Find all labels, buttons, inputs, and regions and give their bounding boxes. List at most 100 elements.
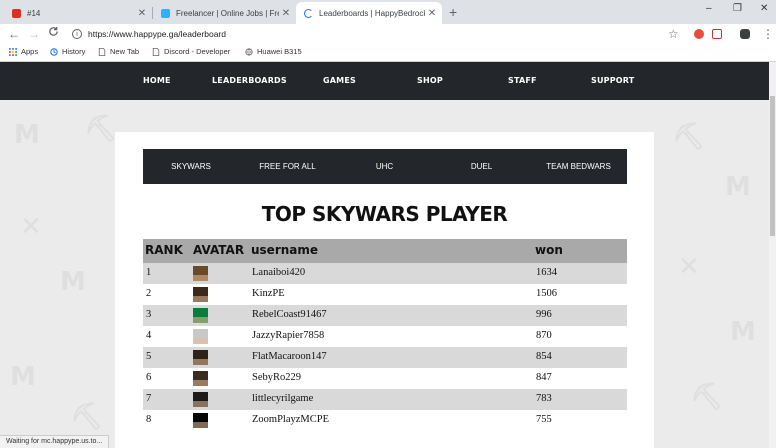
- url-text: https://www.happype.ga/leaderboard: [88, 29, 226, 39]
- table-row: 5 FlatMacaroon147 854: [143, 347, 627, 368]
- nav-leaderboards[interactable]: LEADERBOARDS: [212, 76, 287, 85]
- tab-title: Leaderboards | HappyBedrock: [319, 8, 425, 18]
- won-cell: 1506: [536, 288, 557, 299]
- nav-games[interactable]: GAMES: [323, 76, 356, 85]
- player-avatar: [193, 413, 208, 428]
- player-avatar: [193, 350, 208, 365]
- leaderboard-table: RANK AVATAR username won 1 Lanaiboi420 163…: [143, 239, 627, 431]
- nav-support[interactable]: SUPPORT: [591, 76, 634, 85]
- nav-shop[interactable]: SHOP: [417, 76, 443, 85]
- reload-button[interactable]: [48, 26, 59, 42]
- won-cell: 847: [536, 372, 552, 383]
- profile-extension-icon[interactable]: [740, 29, 750, 39]
- bookmark-label: New Tab: [110, 47, 140, 56]
- background-pattern-icon: M: [14, 120, 40, 150]
- close-window-icon[interactable]: ✕: [760, 3, 768, 14]
- column-header-username: username: [251, 243, 319, 257]
- background-pattern-icon: ⛏: [84, 114, 118, 144]
- username-cell: littlecyrilgame: [252, 393, 314, 404]
- tab-skywars[interactable]: SKYWARS: [143, 149, 239, 184]
- bookmark-apps[interactable]: Apps: [9, 47, 38, 56]
- browser-toolbar: ← → i https://www.happype.ga/leaderboard…: [0, 24, 776, 44]
- username-cell: ZoomPlayzMCPE: [252, 414, 330, 425]
- page-viewport: M ⛏ ✕ M M ⛏ ⛏ M ✕ M ⛏ HOME LEADERBOARDS …: [0, 62, 769, 448]
- rank-cell: 2: [146, 288, 152, 299]
- table-row: 6 SebyRo229 847: [143, 368, 627, 389]
- won-cell: 1634: [536, 267, 557, 278]
- browser-tab-strip: #14 ✕ Freelancer | Online Jobs | Freelan…: [0, 0, 776, 24]
- background-pattern-icon: ✕: [20, 212, 42, 242]
- background-pattern-icon: M: [725, 172, 751, 202]
- nav-home[interactable]: HOME: [143, 76, 171, 85]
- rank-cell: 8: [146, 414, 152, 425]
- tab-favicon-icon: [12, 8, 21, 18]
- nav-staff[interactable]: STAFF: [508, 76, 537, 85]
- player-avatar: [193, 329, 208, 344]
- bookmark-star-icon[interactable]: ☆: [668, 26, 679, 42]
- rank-cell: 7: [146, 393, 152, 404]
- tab-free-for-all[interactable]: FREE FOR ALL: [239, 149, 336, 184]
- won-cell: 854: [536, 351, 552, 362]
- table-row: 7 littlecyrilgame 783: [143, 389, 627, 410]
- status-bar: Waiting for mc.happype.us.to...: [0, 435, 110, 448]
- minimize-icon[interactable]: –: [706, 3, 712, 14]
- opera-extension-icon[interactable]: [694, 29, 704, 39]
- history-icon: [50, 47, 58, 56]
- page-scrollbar[interactable]: [769, 62, 776, 448]
- site-info-icon[interactable]: i: [72, 29, 82, 39]
- scrollbar-thumb[interactable]: [770, 96, 775, 236]
- browser-tab-active[interactable]: Leaderboards | HappyBedrock ✕: [296, 2, 442, 24]
- extension-icon[interactable]: [712, 29, 722, 39]
- table-header: RANK AVATAR username won: [143, 239, 627, 263]
- table-row: 4 JazzyRapier7858 870: [143, 326, 627, 347]
- table-row: 2 KinzPE 1506: [143, 284, 627, 305]
- background-pattern-icon: M: [10, 362, 36, 392]
- won-cell: 755: [536, 414, 552, 425]
- username-cell: KinzPE: [252, 288, 285, 299]
- bookmark-discord[interactable]: Discord - Developer: [152, 47, 230, 56]
- rank-cell: 6: [146, 372, 152, 383]
- loading-spinner-icon: [304, 8, 313, 18]
- bookmark-new-tab[interactable]: New Tab: [98, 47, 139, 56]
- maximize-icon[interactable]: ❐: [733, 3, 742, 14]
- tab-team-bedwars[interactable]: TEAM BEDWARS: [530, 149, 627, 184]
- username-cell: Lanaiboi420: [252, 267, 306, 278]
- table-row: 3 RebelCoast91467 996: [143, 305, 627, 326]
- browser-tab[interactable]: #14 ✕: [4, 2, 152, 24]
- browser-menu-icon[interactable]: ⋮: [762, 26, 774, 42]
- background-pattern-icon: M: [60, 267, 86, 297]
- tab-duel[interactable]: DUEL: [433, 149, 530, 184]
- rank-cell: 3: [146, 309, 152, 320]
- rank-cell: 4: [146, 330, 152, 341]
- background-pattern-icon: ✕: [678, 252, 700, 282]
- bookmark-history[interactable]: History: [50, 47, 85, 56]
- close-tab-icon[interactable]: ✕: [425, 8, 439, 19]
- address-bar[interactable]: i https://www.happype.ga/leaderboard: [62, 25, 682, 43]
- forward-button[interactable]: →: [28, 26, 40, 42]
- bookmark-label: History: [62, 47, 86, 56]
- site-navbar: HOME LEADERBOARDS GAMES SHOP STAFF SUPPO…: [0, 62, 769, 100]
- column-header-won: won: [535, 243, 563, 257]
- tab-title: Freelancer | Online Jobs | Freelan: [176, 8, 279, 18]
- browser-tab[interactable]: Freelancer | Online Jobs | Freelan ✕: [153, 2, 296, 24]
- bookmarks-bar: Apps History New Tab Discord - Developer…: [0, 44, 776, 62]
- tab-title: #14: [27, 8, 41, 18]
- page-icon: [152, 47, 160, 56]
- bookmark-label: Apps: [21, 47, 39, 56]
- player-avatar: [193, 308, 208, 323]
- player-avatar: [193, 392, 208, 407]
- back-button[interactable]: ←: [8, 26, 20, 42]
- new-tab-button[interactable]: +: [449, 4, 457, 20]
- close-tab-icon[interactable]: ✕: [135, 8, 149, 19]
- player-avatar: [193, 266, 208, 281]
- rank-cell: 5: [146, 351, 152, 362]
- globe-icon: [245, 47, 253, 56]
- username-cell: JazzyRapier7858: [252, 330, 325, 341]
- game-mode-tabs: SKYWARS FREE FOR ALL UHC DUEL TEAM BEDWA…: [143, 149, 627, 184]
- table-row: 1 Lanaiboi420 1634: [143, 263, 627, 284]
- tab-uhc[interactable]: UHC: [336, 149, 433, 184]
- close-tab-icon[interactable]: ✕: [279, 8, 293, 19]
- bookmark-huawei[interactable]: Huawei B315: [245, 47, 302, 56]
- bookmark-label: Discord - Developer: [164, 47, 231, 56]
- leaderboard-title: TOP SKYWARS PLAYER: [261, 202, 508, 226]
